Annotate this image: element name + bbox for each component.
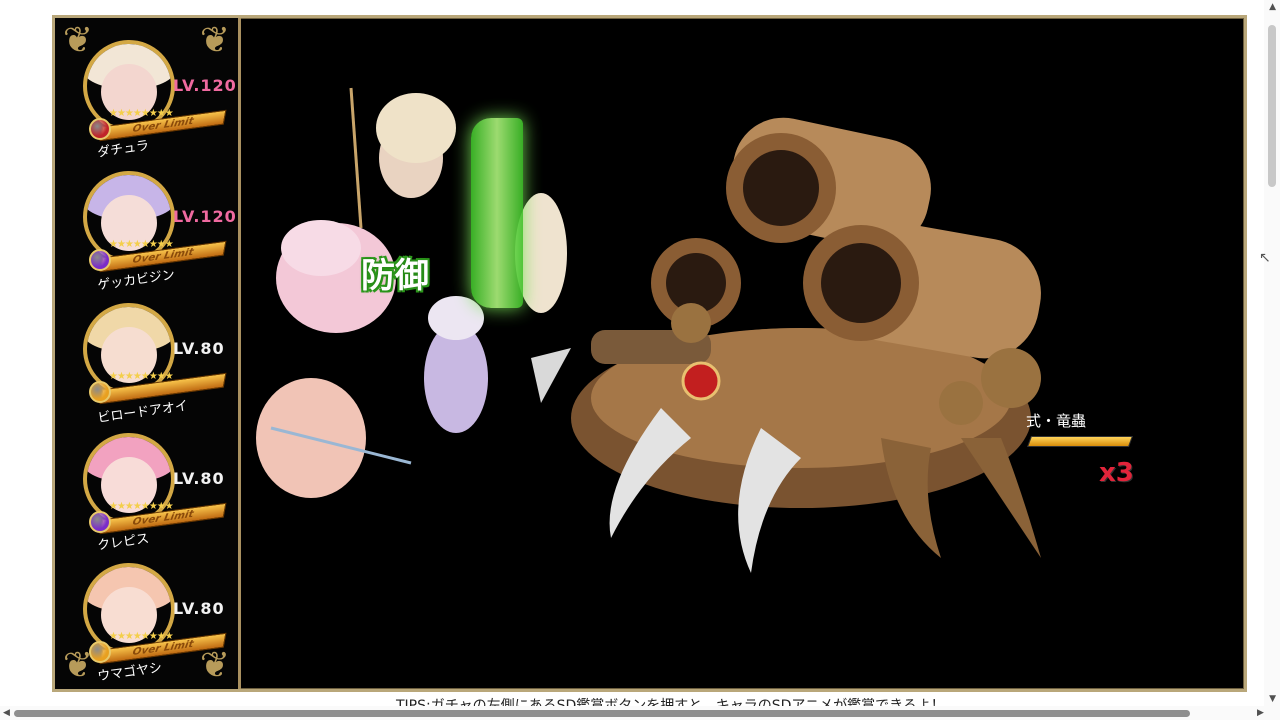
hero-hair xyxy=(376,93,456,163)
hero-staff xyxy=(349,87,363,229)
party-member-card[interactable]: LV.120 Over Limit ★★★★★★★★ ダチュラ xyxy=(63,40,236,166)
element-orb-icon xyxy=(89,511,111,533)
party-member-card[interactable]: LV.120 Over Limit ★★★★★★★★ ゲッカビジン xyxy=(63,171,236,297)
scroll-up-icon[interactable]: ▲ xyxy=(1269,2,1276,12)
horizontal-scroll-thumb[interactable] xyxy=(14,710,1190,717)
rarity-stars: ★★★★★★★★ xyxy=(109,108,174,119)
boss-monster xyxy=(531,117,1041,573)
vertical-scroll-thumb[interactable] xyxy=(1268,25,1276,187)
scroll-left-icon[interactable]: ◀ xyxy=(3,708,10,718)
scroll-down-icon[interactable]: ▼ xyxy=(1269,694,1276,704)
scroll-right-icon[interactable]: ▶ xyxy=(1257,708,1264,718)
hero-hair xyxy=(428,296,484,340)
vertical-scrollbar[interactable]: ▲ ▼ xyxy=(1264,0,1280,720)
character-level: LV.80 xyxy=(173,339,225,358)
mouse-cursor-icon: ↖ xyxy=(1259,250,1271,266)
element-orb-icon xyxy=(89,249,111,271)
boss-name: 式・竜蟲 xyxy=(1026,412,1087,430)
element-orb-icon xyxy=(89,381,111,403)
battle-stage: 防御 式・竜蟲 x3 xyxy=(241,18,1244,689)
element-orb-icon xyxy=(89,118,111,140)
boss-multiplier: x3 xyxy=(1099,458,1134,488)
element-orb-icon xyxy=(89,641,111,663)
defense-effect-label: 防御 xyxy=(361,256,429,296)
rarity-stars: ★★★★★★★★ xyxy=(109,371,174,382)
rarity-stars: ★★★★★★★★ xyxy=(109,501,174,512)
party-sidebar: ❦ ❦ ❦ ❦ LV.120 Over Limit ★★★★★★★★ ダチュラ LV.1… xyxy=(55,18,241,689)
party-member-card[interactable]: LV.80 Over Limit ★★★★★★★★ ウマゴヤシ xyxy=(63,563,233,689)
defense-shield xyxy=(471,118,523,308)
rarity-stars: ★★★★★★★★ xyxy=(109,631,174,642)
horizontal-scrollbar[interactable]: ◀ ▶ xyxy=(0,706,1280,720)
character-level: LV.80 xyxy=(173,599,225,618)
game-frame: ❦ ❦ ❦ ❦ LV.120 Over Limit ★★★★★★★★ ダチュラ LV.1… xyxy=(52,15,1247,692)
boss-hp-bar xyxy=(1026,436,1134,447)
character-level: LV.80 xyxy=(173,469,225,488)
character-level: LV.120 xyxy=(173,207,237,226)
party-member-card[interactable]: LV.80 ★★★★★★★★ ビロードアオイ xyxy=(63,303,233,429)
battle-scene xyxy=(256,87,1041,573)
party-member-card[interactable]: LV.80 Over Limit ★★★★★★★★ クレピス xyxy=(63,433,233,559)
hero-hat xyxy=(281,220,361,276)
rarity-stars: ★★★★★★★★ xyxy=(109,239,174,250)
character-level: LV.120 xyxy=(173,76,237,95)
